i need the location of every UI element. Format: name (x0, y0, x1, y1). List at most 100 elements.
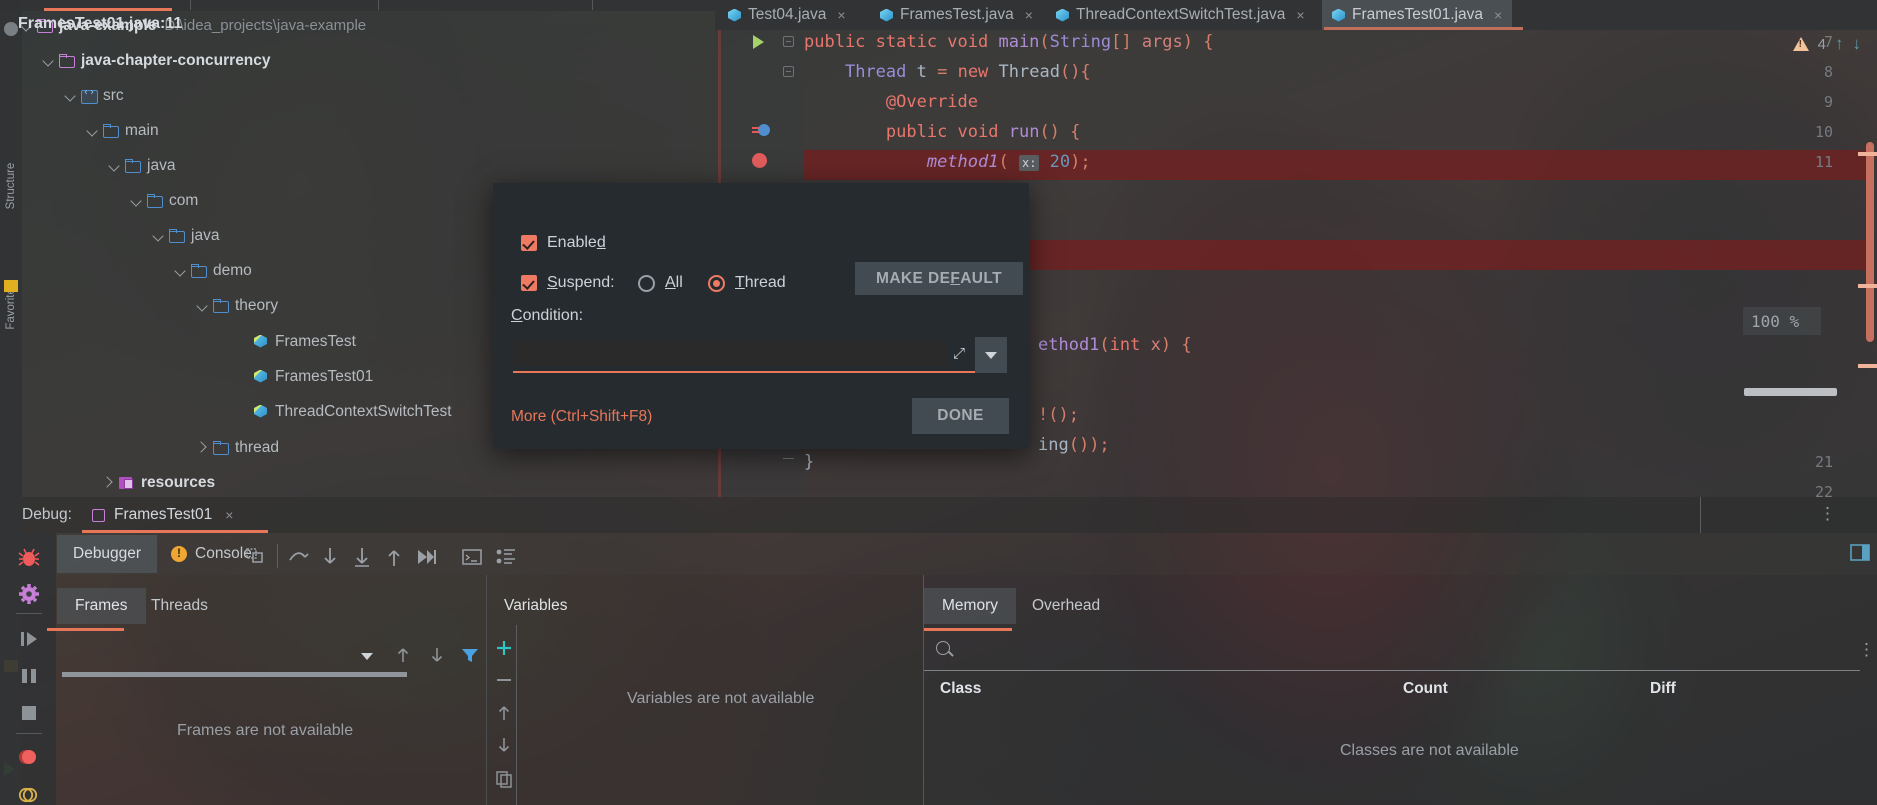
arrow-down-icon[interactable] (494, 735, 514, 755)
structure-tool-label[interactable]: Structure (5, 161, 17, 211)
filter-icon[interactable] (460, 645, 480, 665)
arrow-up-icon[interactable] (393, 645, 413, 665)
close-icon[interactable]: × (225, 507, 233, 523)
collapse-icon[interactable] (4, 22, 18, 36)
editor-horizontal-scrollbar[interactable] (1744, 388, 1837, 396)
editor-tab[interactable]: Test04.java × (718, 0, 856, 30)
chevron-right-icon[interactable] (100, 475, 116, 491)
add-icon[interactable] (494, 638, 514, 658)
tree-item-thread[interactable]: thread (194, 436, 279, 459)
condition-input[interactable] (513, 340, 947, 366)
suspend-thread-radio-row[interactable]: Thread (708, 274, 786, 292)
run-to-cursor-icon[interactable] (415, 546, 437, 568)
fold-region-icon[interactable] (783, 454, 794, 465)
settings-gear-icon[interactable] (18, 583, 40, 605)
tab-debugger[interactable]: Debugger (57, 535, 157, 573)
close-icon[interactable]: × (1494, 7, 1502, 23)
run-gutter-icon[interactable] (753, 35, 764, 49)
chevron-down-icon[interactable] (128, 193, 144, 209)
close-icon[interactable]: × (1025, 7, 1033, 23)
copy-icon[interactable] (494, 769, 514, 789)
restore-layout-icon[interactable] (1850, 543, 1870, 563)
force-step-into-icon[interactable] (351, 546, 373, 568)
chevron-right-icon[interactable] (194, 440, 210, 456)
tab-overhead[interactable]: Overhead (1014, 588, 1118, 624)
tree-item-FramesTest[interactable]: FramesTest (234, 330, 356, 353)
chevron-down-icon[interactable] (194, 298, 210, 314)
memory-more-options-icon[interactable]: ⋮ (1858, 640, 1875, 660)
tree-item-resources[interactable]: resources (100, 471, 215, 494)
tab-memory[interactable]: Memory (924, 588, 1016, 624)
error-stripe-marker[interactable] (1858, 152, 1877, 156)
tree-item-ThreadContextSwitchTest[interactable]: ThreadContextSwitchTest (234, 400, 452, 423)
chevron-down-icon[interactable] (40, 53, 56, 69)
bookmark-icon[interactable] (4, 280, 18, 292)
tree-item-src[interactable]: src (62, 84, 124, 107)
memory-search-row[interactable] (924, 634, 1860, 666)
suspend-all-radio[interactable] (638, 275, 655, 292)
arrow-down-icon[interactable]: ↓ (1853, 34, 1862, 54)
done-button[interactable]: DONE (912, 398, 1009, 434)
evaluate-expression-icon[interactable] (461, 546, 483, 568)
tree-item-java[interactable]: java (106, 154, 175, 177)
chevron-down-icon[interactable] (106, 158, 122, 174)
error-stripe-marker[interactable] (1858, 284, 1877, 288)
more-link[interactable]: More (Ctrl+Shift+F8) (511, 408, 652, 426)
column-header-diff[interactable]: Diff (1650, 680, 1676, 698)
step-out-icon[interactable] (383, 546, 405, 568)
enabled-checkbox[interactable] (521, 235, 537, 251)
column-header-count[interactable]: Count (1403, 680, 1448, 698)
tab-threads[interactable]: Threads (133, 588, 226, 624)
error-stripe-marker[interactable] (1858, 364, 1877, 368)
more-options-icon[interactable]: ⋮ (1819, 504, 1836, 524)
expand-editor-icon[interactable]: ⤢ (948, 342, 970, 364)
tree-item-demo[interactable]: demo (172, 259, 252, 282)
arrow-down-icon[interactable] (427, 645, 447, 665)
tree-item-java-pkg[interactable]: java (150, 224, 219, 247)
view-breakpoints-icon[interactable] (18, 784, 40, 805)
suspend-all-radio-row[interactable]: All (638, 274, 683, 292)
suspend-checkbox-row[interactable]: Suspend: (521, 274, 615, 292)
fold-region-icon[interactable] (783, 66, 794, 77)
arrow-up-icon[interactable] (494, 703, 514, 723)
breakpoint-icon[interactable] (752, 153, 767, 168)
editor-tab[interactable]: ThreadContextSwitchTest.java × (1046, 0, 1315, 30)
tree-item-com[interactable]: com (128, 189, 198, 212)
remove-icon[interactable] (494, 670, 514, 690)
breakpoint-method-icon[interactable] (752, 124, 770, 138)
suspend-checkbox[interactable] (521, 275, 537, 291)
watches-icon[interactable] (495, 546, 517, 568)
step-over-icon[interactable] (287, 546, 309, 568)
column-header-class[interactable]: Class (940, 680, 981, 698)
resume-program-icon[interactable] (18, 628, 40, 650)
arrow-up-icon[interactable]: ↑ (1835, 34, 1844, 54)
search-icon[interactable] (936, 641, 950, 655)
debug-bug-icon[interactable] (18, 547, 40, 569)
tree-item-theory[interactable]: theory (194, 294, 278, 317)
editor-vertical-scrollbar[interactable] (1866, 142, 1874, 342)
debug-session-tab[interactable]: FramesTest01 × (82, 498, 243, 532)
enabled-checkbox-row[interactable]: Enabled (521, 234, 606, 252)
chevron-down-icon[interactable] (150, 228, 166, 244)
frames-horizontal-scrollbar[interactable] (62, 672, 407, 677)
tree-item-java-chapter-concurrency[interactable]: java-chapter-concurrency (40, 49, 271, 72)
step-into-icon[interactable] (319, 546, 341, 568)
mute-breakpoints-icon[interactable] (18, 746, 40, 768)
layout-settings-icon[interactable] (244, 546, 266, 568)
editor-tab[interactable]: FramesTest.java × (870, 0, 1043, 30)
close-icon[interactable]: × (1296, 7, 1304, 23)
inspections-widget[interactable]: 4 ↑ ↓ (1793, 34, 1861, 54)
tree-item-FramesTest01[interactable]: FramesTest01 (234, 365, 373, 388)
chevron-down-icon[interactable] (62, 88, 78, 104)
editor-tab-active[interactable]: FramesTest01.java × (1322, 0, 1512, 30)
dropdown-caret-icon[interactable] (357, 646, 377, 666)
stop-program-icon[interactable] (18, 702, 40, 724)
close-icon[interactable]: × (837, 7, 845, 23)
tree-item-main[interactable]: main (84, 119, 159, 142)
condition-history-dropdown[interactable] (975, 337, 1007, 373)
make-default-button[interactable]: MAKE DEFAULT (855, 262, 1023, 295)
chevron-down-icon[interactable] (84, 123, 100, 139)
pause-program-icon[interactable] (18, 665, 40, 687)
suspend-thread-radio[interactable] (708, 275, 725, 292)
chevron-down-icon[interactable] (172, 263, 188, 279)
